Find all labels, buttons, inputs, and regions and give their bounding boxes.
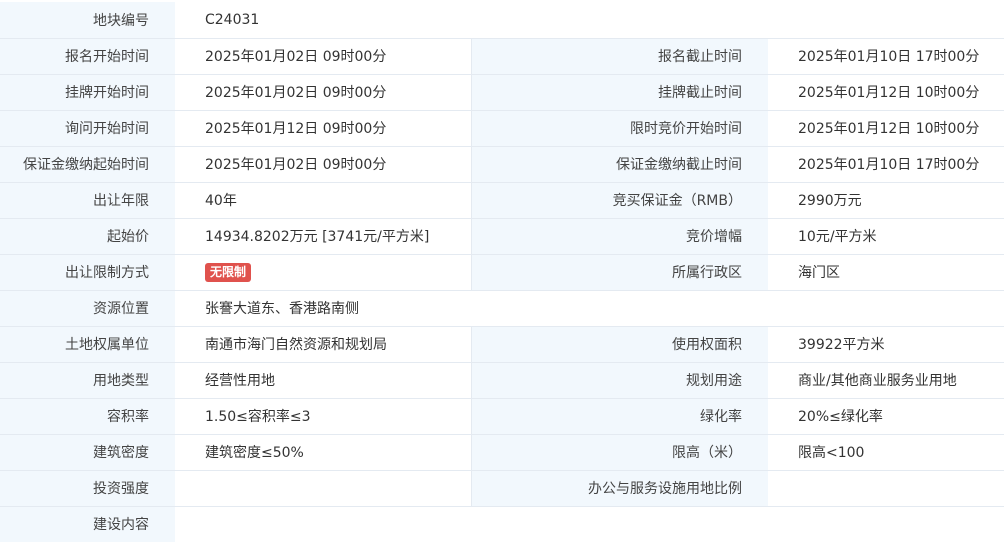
building-density-label: 建筑密度 — [0, 434, 175, 471]
starting-price-value: 14934.8202万元 [3741元/平方米] — [175, 218, 471, 255]
land-owner-label: 土地权属单位 — [0, 326, 175, 363]
deposit-end-value: 2025年01月10日 17时00分 — [768, 146, 1004, 183]
table-row: 出让年限 40年 竞买保证金（RMB） 2990万元 — [0, 182, 1004, 219]
planned-use-value: 商业/其他商业服务业用地 — [768, 362, 1004, 399]
registration-start-value: 2025年01月02日 09时00分 — [175, 38, 471, 75]
land-info-table: 地块编号 C24031 报名开始时间 2025年01月02日 09时00分 报名… — [0, 2, 1004, 542]
deposit-start-label: 保证金缴纳起始时间 — [0, 146, 175, 183]
registration-start-label: 报名开始时间 — [0, 38, 175, 75]
land-type-label: 用地类型 — [0, 362, 175, 399]
height-limit-value: 限高<100 — [768, 434, 1004, 471]
table-row: 地块编号 C24031 — [0, 2, 1004, 39]
construction-content-value — [175, 506, 1004, 542]
transfer-restriction-label: 出让限制方式 — [0, 254, 175, 291]
plot-ratio-label: 容积率 — [0, 398, 175, 435]
listing-start-label: 挂牌开始时间 — [0, 74, 175, 111]
table-row: 报名开始时间 2025年01月02日 09时00分 报名截止时间 2025年01… — [0, 38, 1004, 75]
table-row: 建设内容 — [0, 506, 1004, 542]
table-row: 资源位置 张謇大道东、香港路南侧 — [0, 290, 1004, 327]
office-service-ratio-value — [768, 470, 1004, 507]
listing-end-value: 2025年01月12日 10时00分 — [768, 74, 1004, 111]
land-type-value: 经营性用地 — [175, 362, 471, 399]
deposit-start-value: 2025年01月02日 09时00分 — [175, 146, 471, 183]
timed-bidding-start-label: 限时竞价开始时间 — [470, 110, 768, 147]
bidding-deposit-value: 2990万元 — [768, 182, 1004, 219]
plot-number-label: 地块编号 — [0, 2, 175, 39]
inquiry-start-label: 询问开始时间 — [0, 110, 175, 147]
bid-increment-value: 10元/平方米 — [768, 218, 1004, 255]
plot-number-value: C24031 — [175, 2, 1004, 39]
construction-content-label: 建设内容 — [0, 506, 175, 542]
table-row: 土地权属单位 南通市海门自然资源和规划局 使用权面积 39922平方米 — [0, 326, 1004, 363]
registration-end-value: 2025年01月10日 17时00分 — [768, 38, 1004, 75]
registration-end-label: 报名截止时间 — [470, 38, 768, 75]
resource-location-value: 张謇大道东、香港路南侧 — [175, 290, 1004, 327]
resource-location-label: 资源位置 — [0, 290, 175, 327]
table-row: 询问开始时间 2025年01月12日 09时00分 限时竞价开始时间 2025年… — [0, 110, 1004, 147]
investment-intensity-value — [175, 470, 471, 507]
plot-ratio-value: 1.50≤容积率≤3 — [175, 398, 471, 435]
table-row: 用地类型 经营性用地 规划用途 商业/其他商业服务业用地 — [0, 362, 1004, 399]
inquiry-start-value: 2025年01月12日 09时00分 — [175, 110, 471, 147]
starting-price-label: 起始价 — [0, 218, 175, 255]
listing-start-value: 2025年01月02日 09时00分 — [175, 74, 471, 111]
no-restriction-badge: 无限制 — [205, 262, 252, 282]
transfer-term-value: 40年 — [175, 182, 471, 219]
timed-bidding-start-value: 2025年01月12日 10时00分 — [768, 110, 1004, 147]
greening-rate-label: 绿化率 — [470, 398, 768, 435]
land-info-panel: 地块编号 C24031 报名开始时间 2025年01月02日 09时00分 报名… — [0, 0, 1004, 555]
listing-end-label: 挂牌截止时间 — [470, 74, 768, 111]
table-row: 起始价 14934.8202万元 [3741元/平方米] 竞价增幅 10元/平方… — [0, 218, 1004, 255]
table-row: 出让限制方式 无限制 所属行政区 海门区 — [0, 254, 1004, 291]
land-owner-value: 南通市海门自然资源和规划局 — [175, 326, 471, 363]
greening-rate-value: 20%≤绿化率 — [768, 398, 1004, 435]
planned-use-label: 规划用途 — [470, 362, 768, 399]
investment-intensity-label: 投资强度 — [0, 470, 175, 507]
transfer-restriction-value: 无限制 — [175, 254, 471, 291]
bid-increment-label: 竞价增幅 — [470, 218, 768, 255]
table-row: 投资强度 办公与服务设施用地比例 — [0, 470, 1004, 507]
deposit-end-label: 保证金缴纳截止时间 — [470, 146, 768, 183]
district-value: 海门区 — [768, 254, 1004, 291]
district-label: 所属行政区 — [470, 254, 768, 291]
table-row: 建筑密度 建筑密度≤50% 限高（米） 限高<100 — [0, 434, 1004, 471]
table-row: 容积率 1.50≤容积率≤3 绿化率 20%≤绿化率 — [0, 398, 1004, 435]
table-row: 挂牌开始时间 2025年01月02日 09时00分 挂牌截止时间 2025年01… — [0, 74, 1004, 111]
building-density-value: 建筑密度≤50% — [175, 434, 471, 471]
use-right-area-label: 使用权面积 — [470, 326, 768, 363]
transfer-term-label: 出让年限 — [0, 182, 175, 219]
use-right-area-value: 39922平方米 — [768, 326, 1004, 363]
bidding-deposit-label: 竞买保证金（RMB） — [470, 182, 768, 219]
height-limit-label: 限高（米） — [470, 434, 768, 471]
office-service-ratio-label: 办公与服务设施用地比例 — [470, 470, 768, 507]
table-row: 保证金缴纳起始时间 2025年01月02日 09时00分 保证金缴纳截止时间 2… — [0, 146, 1004, 183]
